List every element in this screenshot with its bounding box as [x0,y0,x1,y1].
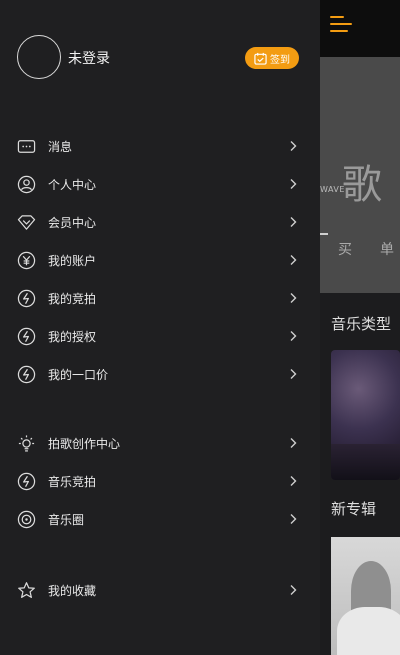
calendar-check-icon [254,52,267,65]
star-icon [18,581,35,598]
menu-item-messages[interactable]: 消息 [0,127,320,165]
banner-wave: WAVE [320,185,345,194]
music-type-thumbnail[interactable] [331,350,400,480]
banner-sub1: 买 [338,242,352,258]
chevron-right-icon [290,141,297,151]
menu-item-my-licenses[interactable]: 我的授权 [0,317,320,355]
chevron-right-icon [290,217,297,227]
menu-item-account[interactable]: 我的账户 [0,241,320,279]
side-drawer: 未登录 签到 消息 个人中心 会员中心 我的账户 我的竞拍 我的授权 我的一口价… [0,0,320,655]
chevron-right-icon [290,293,297,303]
user-icon [17,175,36,193]
chevron-right-icon [290,438,297,448]
banner-title: 歌 [342,162,382,208]
diamond-icon [17,214,36,230]
menu-label: 我的授权 [48,329,97,344]
menu-item-music-auction[interactable]: 音乐竞拍 [0,462,320,500]
menu-item-creation-center[interactable]: 拍歌创作中心 [0,424,320,462]
menu-label: 我的账户 [48,253,97,268]
new-album-thumbnail[interactable] [331,537,400,655]
section-music-type: 音乐类型 [331,315,392,333]
chevron-right-icon [290,476,297,486]
menu-item-fixed-price[interactable]: 我的一口价 [0,355,320,393]
chevron-right-icon [290,514,297,524]
chevron-right-icon [290,331,297,341]
menu-label: 会员中心 [48,215,97,230]
main-page: 歌 WAVE 买 单 音乐类型 新专辑 [320,0,400,655]
menu-item-profile[interactable]: 个人中心 [0,165,320,203]
section-new-album: 新专辑 [331,500,377,518]
menu-label: 音乐竞拍 [48,474,97,489]
chevron-right-icon [290,179,297,189]
message-icon [17,139,36,153]
chevron-right-icon [290,585,297,595]
main-topbar [320,0,400,57]
menu-label: 个人中心 [48,177,97,192]
lightning-icon [17,327,36,345]
login-label[interactable]: 未登录 [68,48,110,68]
yen-icon [17,251,36,269]
lightning-icon [17,289,36,307]
banner-dash [320,233,328,235]
menu-label: 我的收藏 [48,583,97,598]
menu-label: 我的一口价 [48,367,109,382]
chevron-right-icon [290,255,297,265]
menu-item-favorites[interactable]: 我的收藏 [0,571,320,609]
bulb-icon [18,434,35,452]
banner-sub2: 单 [380,242,394,258]
banner[interactable]: 歌 WAVE 买 单 [320,57,400,293]
disc-icon [17,510,36,528]
checkin-label: 签到 [270,54,290,66]
menu-label: 音乐圈 [48,512,85,527]
chevron-right-icon [290,369,297,379]
menu-label: 拍歌创作中心 [48,436,121,451]
menu-label: 消息 [48,139,73,154]
lightning-icon [17,472,36,490]
menu-item-my-bids[interactable]: 我的竞拍 [0,279,320,317]
menu-item-membership[interactable]: 会员中心 [0,203,320,241]
menu-icon[interactable] [330,14,352,34]
menu-item-music-circle[interactable]: 音乐圈 [0,500,320,538]
lightning-icon [17,365,36,383]
menu-label: 我的竞拍 [48,291,97,306]
avatar[interactable] [17,35,61,79]
checkin-button[interactable]: 签到 [245,47,299,69]
